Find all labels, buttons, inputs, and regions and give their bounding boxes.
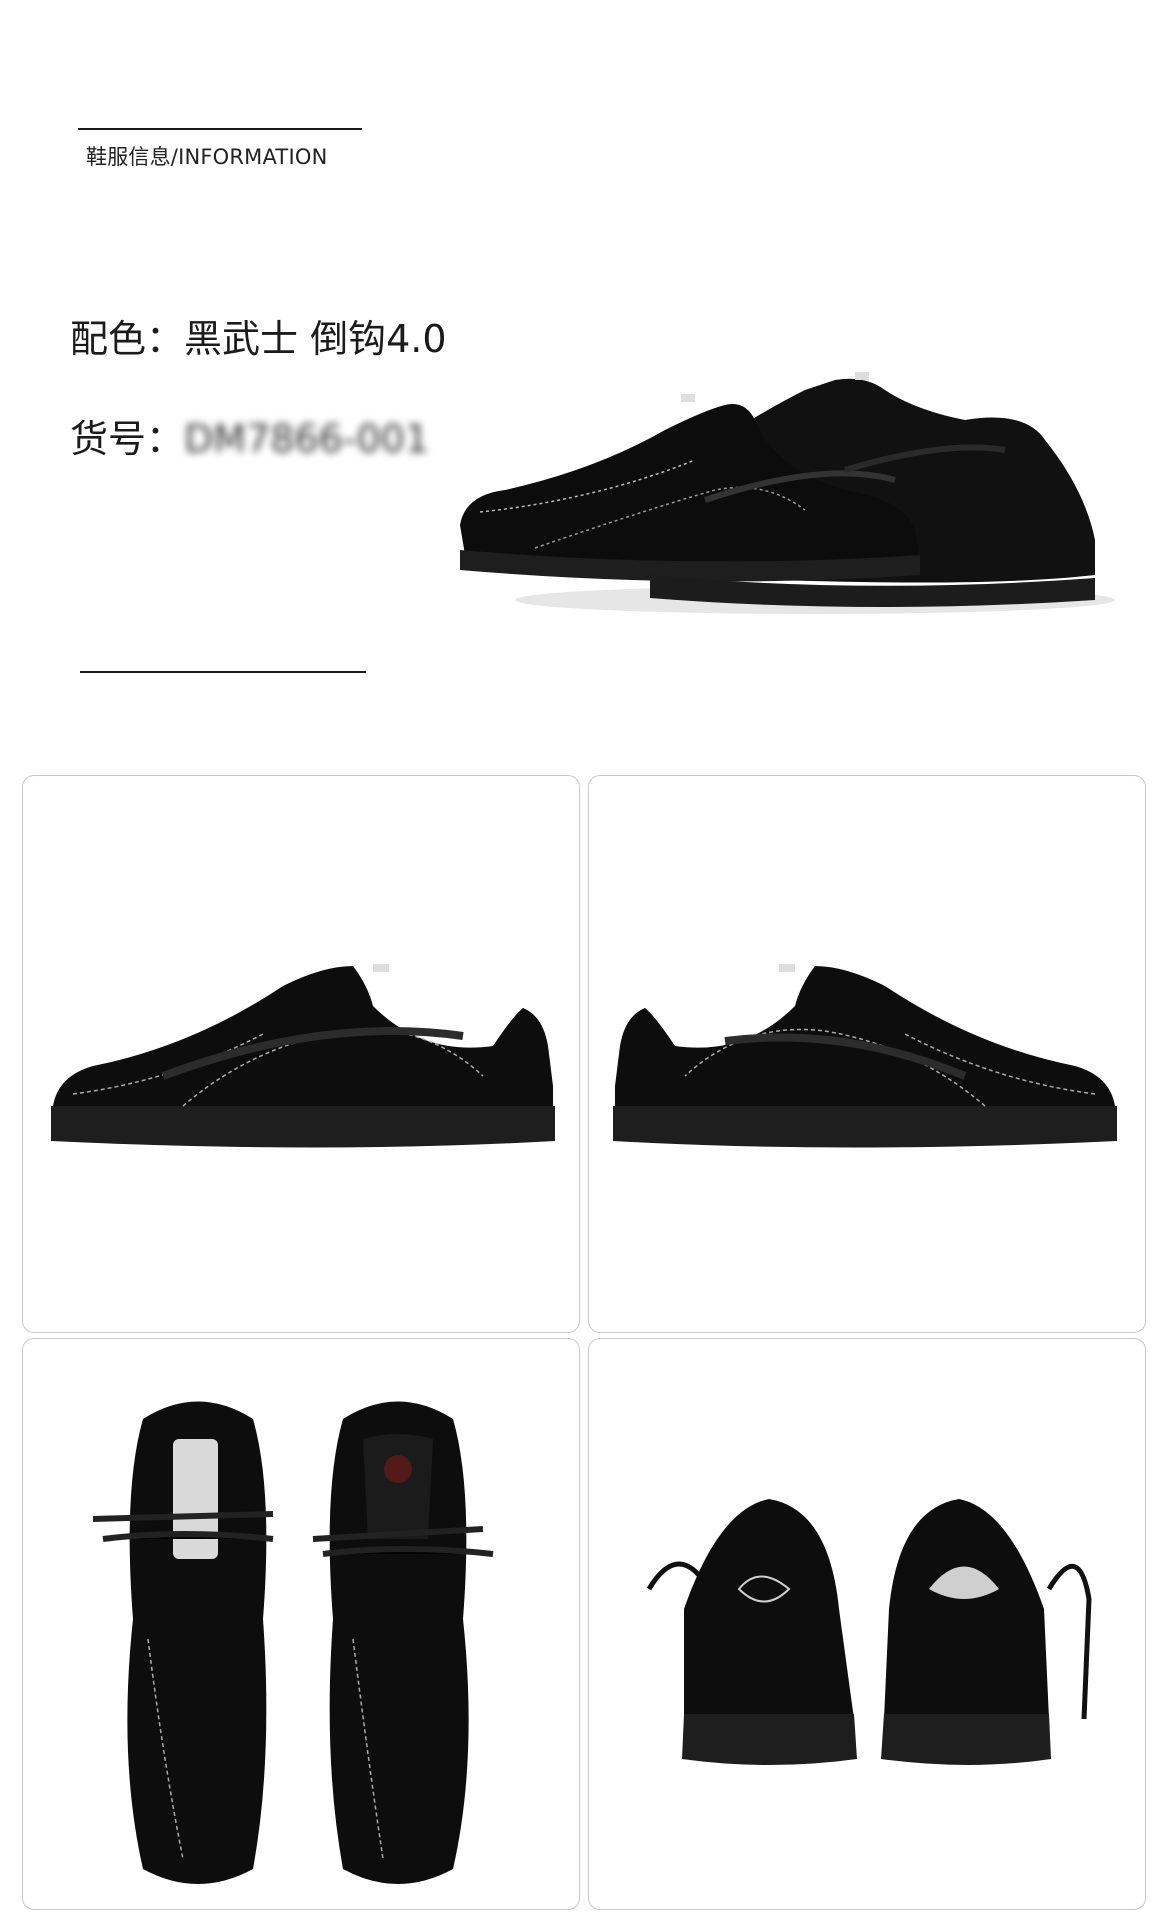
color-label: 配色： bbox=[70, 317, 185, 361]
shoe-side-left-icon bbox=[51, 964, 555, 1148]
code-row: 货号：DM7866-001 bbox=[70, 408, 429, 463]
color-row: 配色：黑武士 倒钩4.0 bbox=[70, 308, 447, 363]
header-rule-top bbox=[78, 128, 362, 130]
gallery-tile-back[interactable] bbox=[588, 1338, 1146, 1910]
gallery-tile-side-right[interactable] bbox=[588, 775, 1146, 1333]
shoe-side-right-icon bbox=[613, 964, 1117, 1148]
section-title: 鞋服信息/INFORMATION bbox=[86, 145, 328, 169]
gallery-tile-side-left[interactable] bbox=[22, 775, 580, 1333]
code-label: 货号： bbox=[70, 417, 185, 461]
gallery-tile-top[interactable] bbox=[22, 1338, 580, 1910]
shoe-pair-icon bbox=[460, 372, 1115, 614]
header-rule-bottom bbox=[80, 671, 366, 673]
shoe-heel-pair-icon bbox=[646, 1499, 1092, 1765]
color-value: 黑武士 倒钩4.0 bbox=[184, 317, 447, 361]
code-value: DM7866-001 bbox=[184, 417, 430, 461]
hero-shoe-image bbox=[445, 350, 1145, 620]
shoe-top-pair-icon bbox=[92, 1401, 494, 1884]
